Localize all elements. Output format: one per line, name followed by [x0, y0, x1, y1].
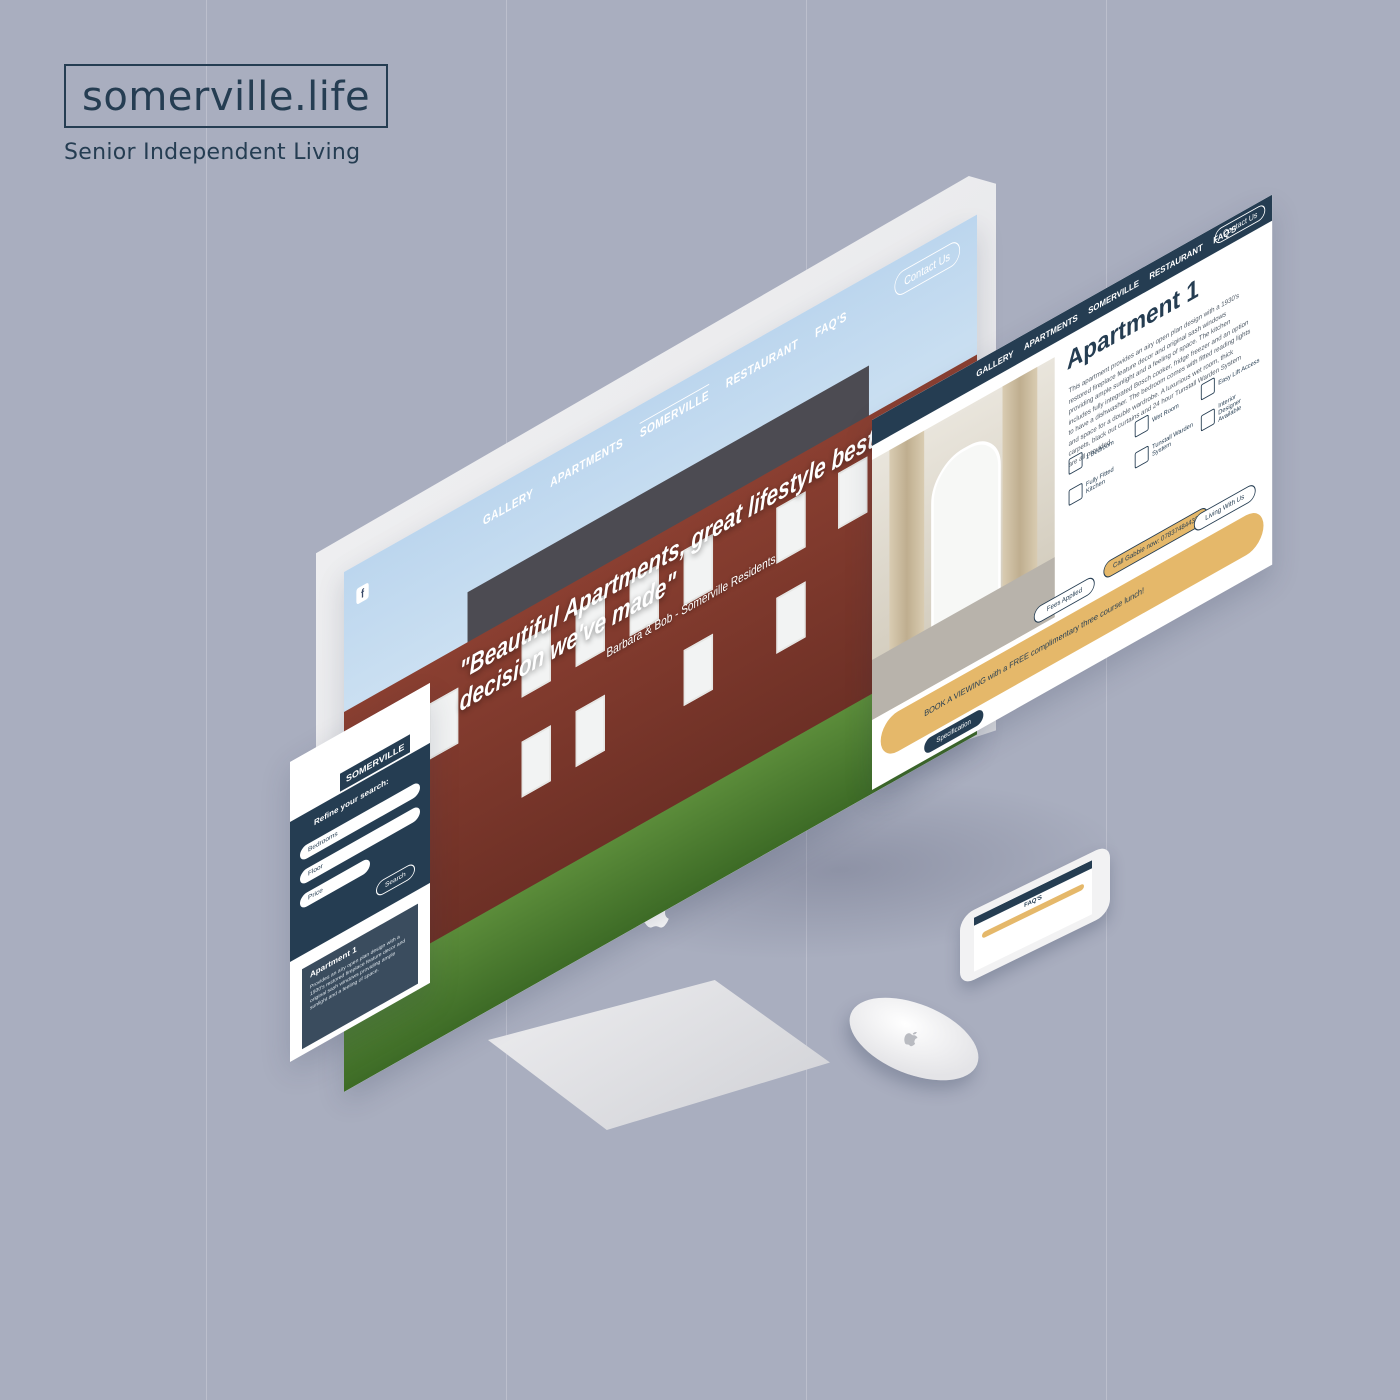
site-name: somerville.life: [64, 64, 389, 128]
brand-block: somerville.life Senior Independent Livin…: [64, 64, 389, 165]
background-stripe: [1106, 0, 1107, 1400]
magic-mouse: [837, 981, 991, 1097]
building-window: [575, 694, 605, 768]
building-window: [428, 687, 459, 761]
imac-stand: [488, 980, 830, 1130]
alarm-icon: [1134, 444, 1149, 469]
building-window: [521, 725, 551, 798]
site-tagline: Senior Independent Living: [64, 140, 361, 165]
kitchen-icon: [1068, 481, 1083, 506]
feature-label: Fully Fitted Kitchen: [1086, 465, 1114, 495]
building-window: [776, 581, 806, 654]
building-window: [683, 633, 714, 707]
feature-label: Tunstall Warden System: [1152, 420, 1193, 458]
background-stripe: [206, 0, 207, 1400]
apple-logo-icon: [904, 1032, 918, 1047]
paint-icon: [1200, 407, 1215, 432]
